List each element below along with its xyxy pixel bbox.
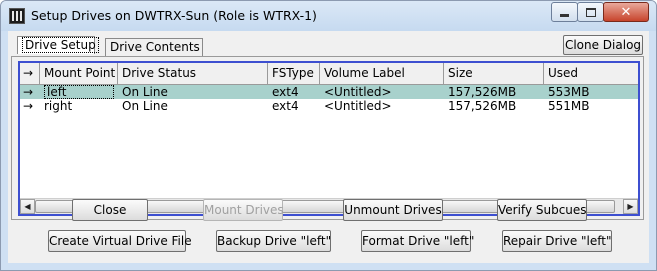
tab-drive-contents-label: Drive Contents <box>110 40 200 54</box>
used-cell: 551MB <box>548 99 590 113</box>
row-arrow-icon: → <box>23 85 34 99</box>
size-cell: 157,526MB <box>448 99 517 113</box>
mount-point-cell: right <box>44 99 73 113</box>
volume-label-cell: <Untitled> <box>324 85 392 99</box>
dialog-client-area: Drive Setup Drive Contents Clone Dialog … <box>8 31 649 263</box>
minimize-button[interactable] <box>551 2 578 22</box>
setup-drives-window: Setup Drives on DWTRX-Sun (Role is WTRX-… <box>0 0 657 271</box>
tab-drive-setup-label: Drive Setup <box>22 37 99 53</box>
minimize-icon <box>560 14 569 17</box>
column-header-mount-point[interactable]: Mount Point <box>40 63 118 84</box>
window-title: Setup Drives on DWTRX-Sun (Role is WTRX-… <box>31 8 317 23</box>
repair-drive-button[interactable]: Repair Drive "left" <box>502 230 612 252</box>
column-header-size[interactable]: Size <box>444 63 544 84</box>
column-header-drive-status[interactable]: Drive Status <box>118 63 268 84</box>
column-header-arrow[interactable]: → <box>20 63 40 84</box>
fstype-cell: ext4 <box>272 99 299 113</box>
drives-table[interactable]: → Mount Point Drive Status FSType Volume… <box>18 61 640 216</box>
close-icon: ✕ <box>620 4 632 20</box>
drive-setup-panel: → Mount Point Drive Status FSType Volume… <box>11 56 644 220</box>
maximize-button[interactable] <box>577 2 604 22</box>
title-bar[interactable]: Setup Drives on DWTRX-Sun (Role is WTRX-… <box>1 1 656 31</box>
table-row[interactable]: → left On Line ext4 <Untitled> 157,526MB… <box>20 85 638 99</box>
maximize-icon <box>585 7 596 17</box>
drive-status-cell: On Line <box>122 99 168 113</box>
drive-status-cell: On Line <box>122 85 168 99</box>
scroll-right-icon[interactable]: ▶ <box>623 199 638 214</box>
used-cell: 553MB <box>548 85 590 99</box>
tab-drive-contents[interactable]: Drive Contents <box>105 38 203 56</box>
close-button[interactable]: Close <box>72 199 148 221</box>
mount-drives-button[interactable]: Mount Drives <box>203 199 284 221</box>
create-virtual-drive-button[interactable]: Create Virtual Drive File <box>48 230 192 252</box>
tab-drive-setup[interactable]: Drive Setup <box>17 36 99 54</box>
close-window-button[interactable]: ✕ <box>603 2 649 22</box>
column-header-used[interactable]: Used <box>544 63 638 84</box>
column-header-fstype[interactable]: FSType <box>268 63 320 84</box>
table-row[interactable]: → right On Line ext4 <Untitled> 157,526M… <box>20 99 638 113</box>
size-cell: 157,526MB <box>448 85 517 99</box>
clone-dialog-button[interactable]: Clone Dialog <box>563 35 643 55</box>
mount-point-cell: left <box>40 85 118 99</box>
format-drive-button[interactable]: Format Drive "left" <box>361 230 474 252</box>
scroll-left-icon[interactable]: ◀ <box>20 199 35 214</box>
backup-drive-button[interactable]: Backup Drive "left" <box>216 230 331 252</box>
fstype-cell: ext4 <box>272 85 299 99</box>
unmount-drives-button[interactable]: Unmount Drives <box>343 199 443 221</box>
column-header-volume-label[interactable]: Volume Label <box>320 63 444 84</box>
volume-label-cell: <Untitled> <box>324 99 392 113</box>
app-icon[interactable] <box>9 8 25 24</box>
table-header: → Mount Point Drive Status FSType Volume… <box>20 63 638 85</box>
mount-point-value: left <box>44 85 114 99</box>
row-arrow-icon: → <box>23 99 34 113</box>
verify-subcues-button[interactable]: Verify Subcues <box>497 199 587 221</box>
